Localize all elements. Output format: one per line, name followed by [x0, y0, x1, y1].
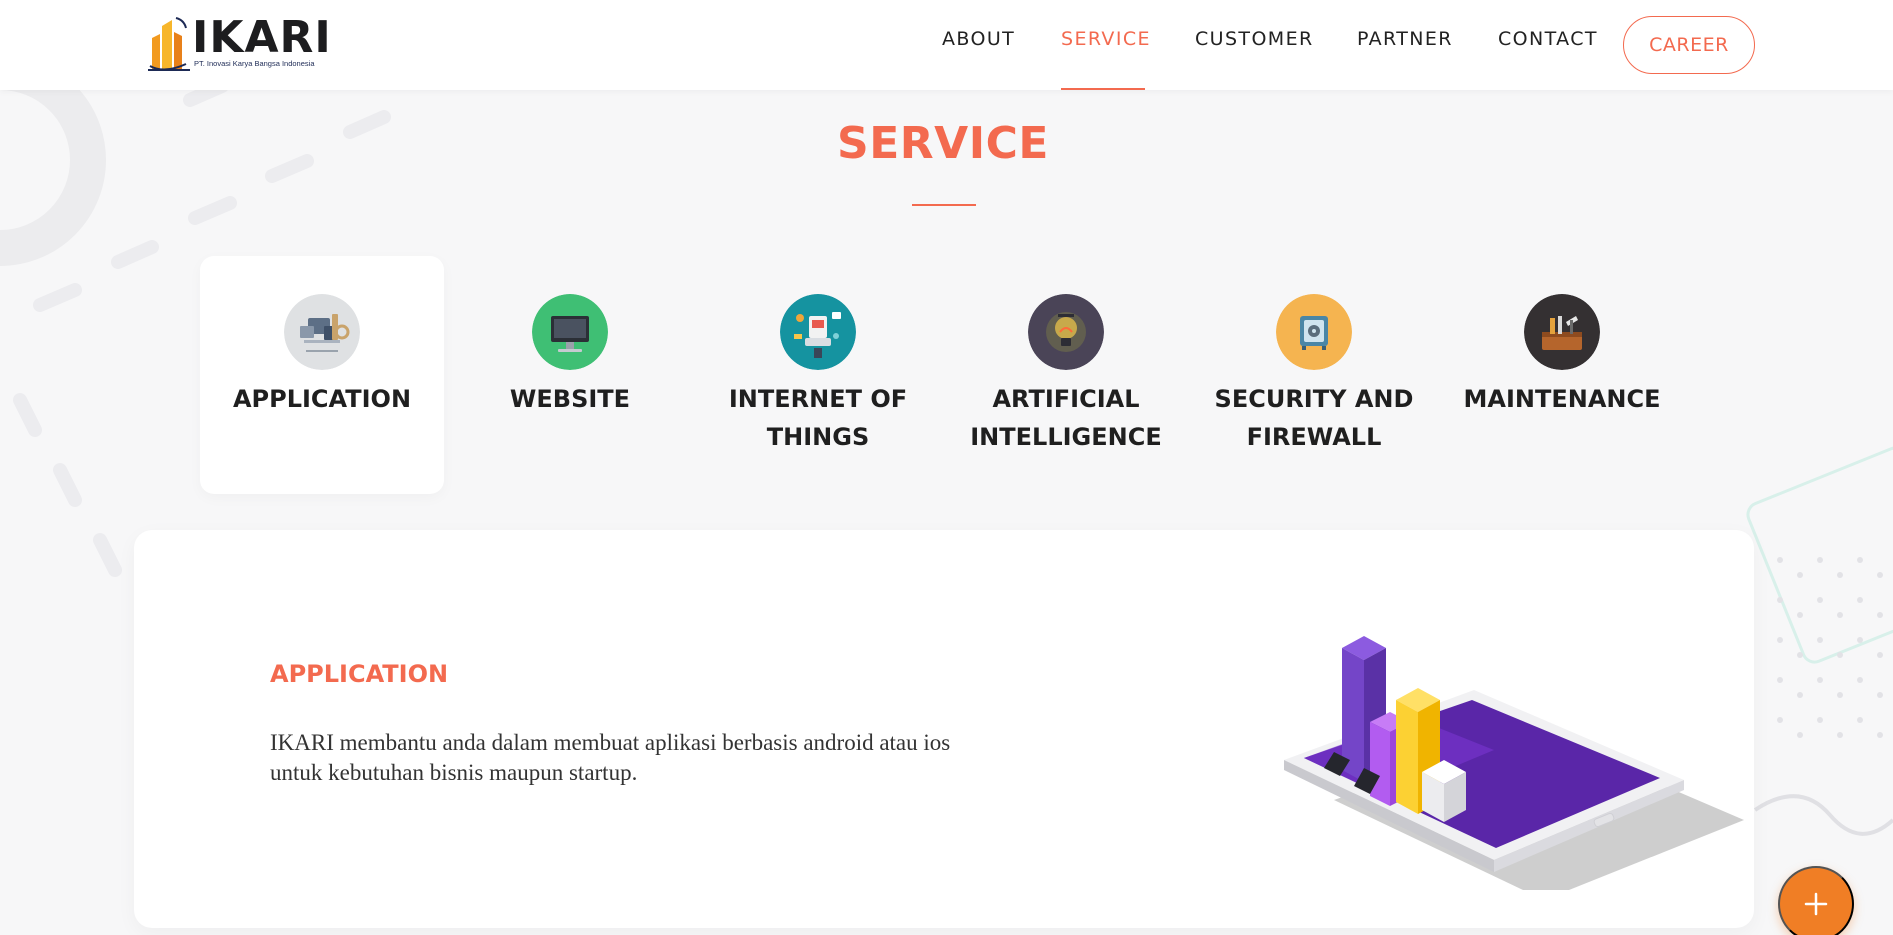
nav-contact[interactable]: CONTACT: [1498, 28, 1598, 54]
service-tab-iot[interactable]: INTERNET OF THINGS: [696, 256, 940, 494]
site-header: IKARI PT. Inovasi Karya Bangsa Indonesia…: [0, 0, 1893, 90]
brand-logo[interactable]: IKARI PT. Inovasi Karya Bangsa Indonesia: [146, 14, 331, 72]
brand-name: IKARI: [192, 12, 332, 63]
floating-action-button[interactable]: [1778, 866, 1854, 935]
service-tab-label: APPLICATION: [232, 385, 412, 413]
service-tab-maintenance[interactable]: MAINTENANCE: [1440, 256, 1684, 494]
nav-service[interactable]: SERVICE: [1061, 28, 1151, 54]
career-button[interactable]: CAREER: [1623, 16, 1755, 74]
service-tab-label: WEBSITE: [509, 385, 631, 413]
service-tab-label: MAINTENANCE: [1463, 385, 1661, 413]
iot-devices-icon: [780, 294, 856, 370]
service-tab-label: SECURITY AND FIREWALL: [1214, 385, 1414, 451]
nav-customer[interactable]: CUSTOMER: [1195, 28, 1314, 54]
plus-icon: [1804, 892, 1828, 916]
monitor-icon: [532, 294, 608, 370]
nav-active-indicator: [1061, 88, 1145, 90]
service-tab-website[interactable]: WEBSITE: [448, 256, 692, 494]
nav-partner[interactable]: PARTNER: [1357, 28, 1453, 54]
service-tab-security[interactable]: SECURITY AND FIREWALL: [1192, 256, 1436, 494]
toolbox-icon: [1524, 294, 1600, 370]
service-detail-description: IKARI membantu anda dalam membuat aplika…: [270, 730, 951, 785]
service-tab-ai[interactable]: ARTIFICIAL INTELLIGENCE: [944, 256, 1188, 494]
ai-bulb-icon: [1028, 294, 1104, 370]
service-tab-application[interactable]: APPLICATION: [200, 256, 444, 494]
app-development-icon: [284, 294, 360, 370]
safe-lock-icon: [1276, 294, 1352, 370]
service-detail-card: APPLICATION IKARI membantu anda dalam me…: [134, 530, 1754, 928]
service-detail-heading: APPLICATION: [270, 660, 449, 688]
service-tab-label: ARTIFICIAL INTELLIGENCE: [970, 385, 1162, 451]
service-tab-label: INTERNET OF THINGS: [728, 385, 908, 451]
title-divider: [912, 204, 976, 206]
section-title: SERVICE: [837, 118, 1049, 169]
nav-about[interactable]: ABOUT: [942, 28, 1015, 54]
brand-tagline: PT. Inovasi Karya Bangsa Indonesia: [194, 59, 315, 68]
logo-building-icon: [148, 17, 190, 71]
phone-chart-illustration: [1284, 636, 1744, 890]
